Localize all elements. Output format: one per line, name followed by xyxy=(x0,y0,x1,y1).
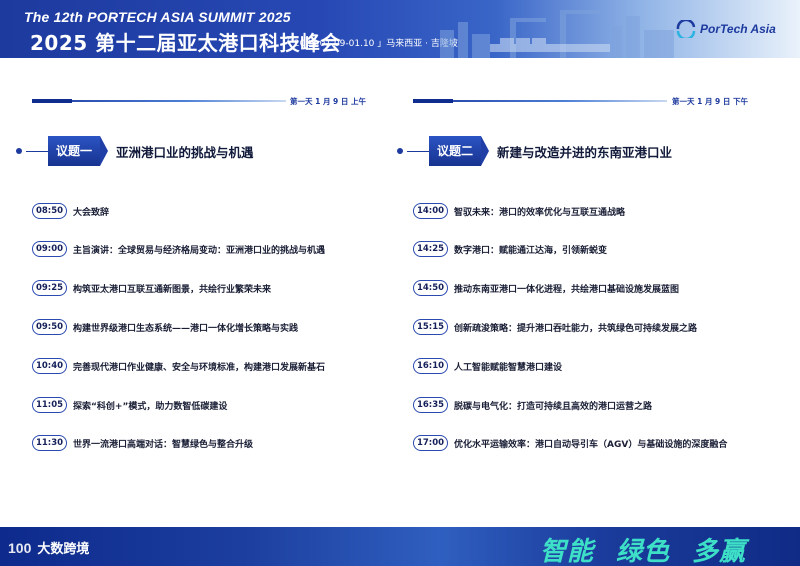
agenda-text: 构筑亚太港口互联互通新图景，共绘行业繁荣未来 xyxy=(73,284,272,295)
agenda-text: 智驭未来：港口的效率优化与互联互通战略 xyxy=(454,207,626,218)
agenda-item: 11:30 世界一流港口高端对话：智慧绿色与整合升级 xyxy=(32,434,253,452)
time-badge: 11:05 xyxy=(32,397,67,413)
agenda-item: 09:50 构建世界级港口生态系统——港口一体化增长策略与实践 xyxy=(32,318,298,336)
logo-text: PorTech Asia xyxy=(700,22,776,36)
logo-mark-icon xyxy=(676,20,696,38)
agenda-text: 完善现代港口作业健康、安全与环境标准，构建港口发展新基石 xyxy=(73,362,326,373)
agenda-text: 构建世界级港口生态系统——港口一体化增长策略与实践 xyxy=(73,323,299,334)
bullet-dot-icon xyxy=(16,148,22,154)
time-badge: 09:25 xyxy=(32,280,67,296)
agenda-item: 14:25 数字港口：赋能通江达海，引领新蜕变 xyxy=(413,240,607,258)
left-session-heading: 议题一 亚洲港口业的挑战与机遇 xyxy=(16,136,254,166)
time-badge: 08:50 xyxy=(32,203,67,219)
agenda-text: 人工智能赋能智慧港口建设 xyxy=(454,362,563,373)
port-skyline-illustration xyxy=(440,10,674,58)
agenda-item: 11:05 探索“科创+”模式，助力数智低碳建设 xyxy=(32,396,227,414)
agenda-text: 推动东南亚港口一体化进程，共绘港口基础设施发展蓝图 xyxy=(454,284,680,295)
watermark-brand: 100 大数跨境 xyxy=(8,538,90,558)
header-banner: The 12th PORTECH ASIA SUMMIT 2025 2025 第… xyxy=(0,0,800,58)
slogan-word: 多赢 xyxy=(692,537,747,566)
time-badge: 15:15 xyxy=(413,319,448,335)
slogan-word: 绿色 xyxy=(616,537,671,566)
agenda-text: 探索“科创+”模式，助力数智低碳建设 xyxy=(73,401,228,412)
time-badge: 14:50 xyxy=(413,280,448,296)
right-day-rule xyxy=(413,99,667,103)
agenda-text: 大会致辞 xyxy=(73,207,110,218)
time-badge: 17:00 xyxy=(413,435,448,451)
session-title: 新建与改造并进的东南亚港口业 xyxy=(497,144,673,160)
time-badge: 09:50 xyxy=(32,319,67,335)
agenda-item: 14:00 智驭未来：港口的效率优化与互联互通战略 xyxy=(413,202,625,220)
time-badge: 11:30 xyxy=(32,435,67,451)
agenda-text: 脱碳与电气化：打造可持续且高效的港口运营之路 xyxy=(454,401,653,412)
agenda-item: 14:50 推动东南亚港口一体化进程，共绘港口基础设施发展蓝图 xyxy=(413,279,679,297)
slogan-word: 智能 xyxy=(540,537,595,566)
agenda-text: 世界一流港口高端对话：智慧绿色与整合升级 xyxy=(73,439,254,450)
agenda-item: 10:40 完善现代港口作业健康、安全与环境标准，构建港口发展新基石 xyxy=(32,357,325,375)
portech-logo: PorTech Asia xyxy=(676,20,776,38)
brand-mark: 100 xyxy=(8,539,32,556)
time-badge: 14:00 xyxy=(413,203,448,219)
time-badge: 10:40 xyxy=(32,358,67,374)
agenda-text: 创新疏浚策略：提升港口吞吐能力，共筑绿色可持续发展之路 xyxy=(454,323,698,334)
session-tag: 议题一 xyxy=(48,136,109,166)
summit-title-en: The 12th PORTECH ASIA SUMMIT 2025 xyxy=(24,9,291,25)
right-day-label: 第一天 1 月 9 日 下午 xyxy=(672,97,748,106)
session-title: 亚洲港口业的挑战与机遇 xyxy=(116,144,254,160)
agenda-item: 16:35 脱碳与电气化：打造可持续且高效的港口运营之路 xyxy=(413,396,652,414)
session-tag: 议题二 xyxy=(429,136,490,166)
left-day-rule xyxy=(32,99,286,103)
agenda-text: 优化水平运输效率：港口自动导引车（AGV）与基础设施的深度融合 xyxy=(454,439,728,450)
agenda-item: 17:00 优化水平运输效率：港口自动导引车（AGV）与基础设施的深度融合 xyxy=(413,434,727,452)
agenda-item: 08:50 大会致辞 xyxy=(32,202,109,220)
agenda-item: 09:00 主旨演讲：全球贸易与经济格局变动：亚洲港口业的挑战与机遇 xyxy=(32,240,325,258)
brand-text: 大数跨境 xyxy=(37,542,90,557)
right-session-heading: 议题二 新建与改造并进的东南亚港口业 xyxy=(397,136,672,166)
time-badge: 09:00 xyxy=(32,241,67,257)
bullet-dot-icon xyxy=(397,148,403,154)
time-badge: 16:35 xyxy=(413,397,448,413)
agenda-text: 主旨演讲：全球贸易与经济格局变动：亚洲港口业的挑战与机遇 xyxy=(73,245,326,256)
footer-banner: 100 大数跨境 智能 绿色 多赢 xyxy=(0,527,800,566)
agenda-item: 15:15 创新疏浚策略：提升港口吞吐能力，共筑绿色可持续发展之路 xyxy=(413,318,697,336)
time-badge: 16:10 xyxy=(413,358,448,374)
time-badge: 14:25 xyxy=(413,241,448,257)
agenda-text: 数字港口：赋能通江达海，引领新蜕变 xyxy=(454,245,608,256)
agenda-item: 09:25 构筑亚太港口互联互通新图景，共绘行业繁荣未来 xyxy=(32,279,271,297)
agenda-item: 16:10 人工智能赋能智慧港口建设 xyxy=(413,357,562,375)
left-day-label: 第一天 1 月 9 日 上午 xyxy=(290,97,366,106)
